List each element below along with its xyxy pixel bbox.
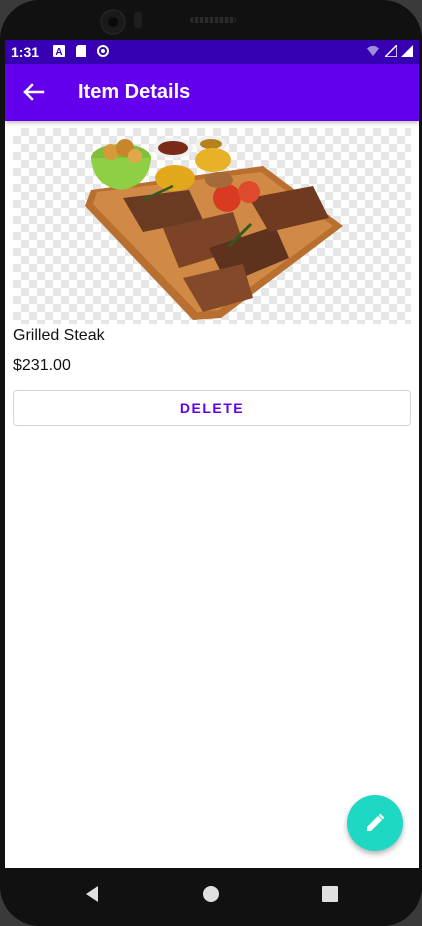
earpiece-speaker: [190, 17, 236, 23]
grilled-steak-image: [85, 136, 343, 320]
edit-pencil-icon: [367, 813, 385, 831]
front-camera: [100, 9, 126, 35]
sync-icon: [97, 45, 109, 57]
svg-text:A: A: [55, 47, 62, 57]
wifi-icon: [367, 45, 379, 57]
delete-button[interactable]: DELETE: [13, 390, 411, 426]
item-image: [13, 128, 411, 324]
nav-back-icon[interactable]: [80, 882, 104, 906]
nav-home-icon[interactable]: [199, 882, 223, 906]
item-price: $231.00: [13, 357, 71, 374]
battery-icon: [401, 45, 413, 57]
edit-fab-button[interactable]: [347, 795, 403, 851]
proximity-sensor: [134, 12, 142, 28]
signal-icon: [385, 45, 397, 57]
arrow-back-icon[interactable]: [17, 76, 49, 108]
status-bar: 1:31 A: [5, 40, 419, 64]
app-bar: Item Details: [5, 64, 419, 121]
phone-frame: 1:31 A Item Details Grilled Steak $231.0…: [0, 0, 422, 926]
page-title: Item Details: [78, 81, 191, 103]
system-nav-bar: [0, 868, 422, 926]
status-time: 1:31: [11, 44, 40, 60]
app-screen: 1:31 A Item Details Grilled Steak $231.0…: [5, 40, 419, 868]
nav-recents-icon[interactable]: [318, 882, 342, 906]
sd-card-icon: [76, 45, 86, 57]
notification-a-icon: A: [53, 45, 65, 57]
item-name: Grilled Steak: [13, 327, 105, 344]
top-bezel: [0, 0, 422, 40]
